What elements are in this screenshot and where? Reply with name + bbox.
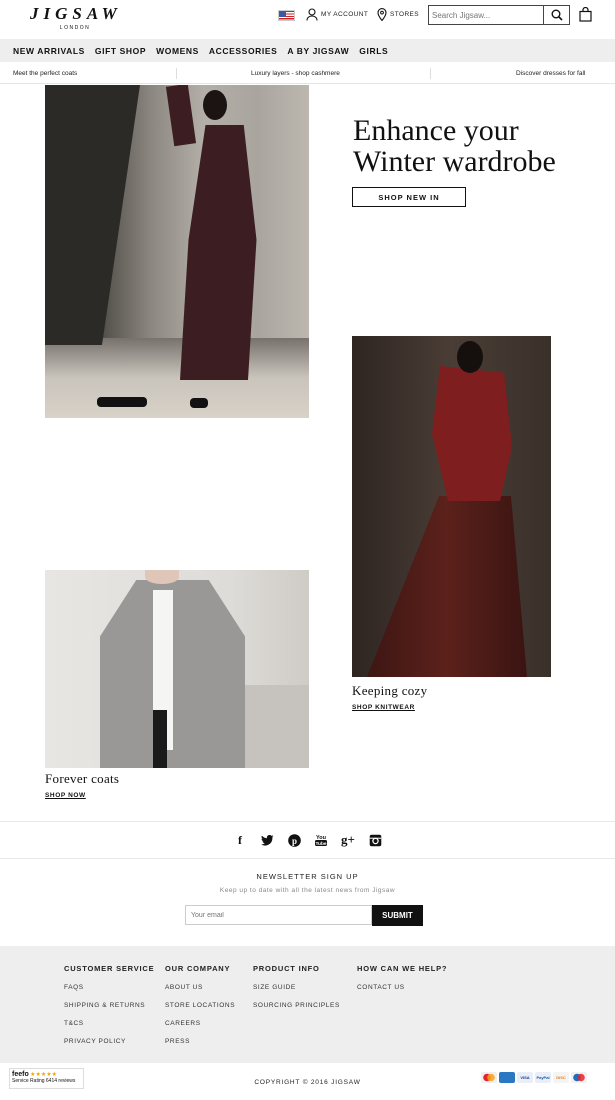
shop-now-link[interactable]: SHOP NOW [45, 792, 86, 799]
stores-link[interactable]: STORES [377, 8, 419, 21]
nav-womens[interactable]: WOMENS [156, 46, 199, 56]
footer-link-sourcing-principles[interactable]: SOURCING PRINCIPLES [253, 1002, 340, 1020]
youtube-icon[interactable]: You Tube [314, 833, 328, 847]
shopping-bag-button[interactable] [579, 6, 592, 27]
coats-image[interactable] [45, 570, 309, 768]
footer-col-customer-service: CUSTOMER SERVICE FAQS SHIPPING & RETURNS… [64, 964, 154, 1056]
social-bar: f p You Tube g+ [0, 821, 615, 859]
image-wall [244, 685, 309, 768]
newsletter-submit-button[interactable]: SUBMIT [372, 905, 423, 926]
image-figure-head [203, 90, 227, 120]
svg-text:Tube: Tube [315, 841, 326, 847]
footer-link-store-locations[interactable]: STORE LOCATIONS [165, 1002, 235, 1020]
location-pin-icon [377, 8, 387, 21]
image-trousers [153, 710, 167, 768]
hero-title: Enhance your Winter wardrobe [353, 115, 603, 177]
promo-link-cashmere[interactable]: Luxury layers - shop cashmere [251, 70, 340, 77]
footer-link-privacy-policy[interactable]: PRIVACY POLICY [64, 1038, 154, 1056]
payment-icons: VISA PayPal DISC [481, 1072, 587, 1083]
image-floor [45, 338, 309, 418]
site-footer: CUSTOMER SERVICE FAQS SHIPPING & RETURNS… [0, 946, 615, 1063]
hero-image[interactable] [45, 85, 309, 418]
search-button[interactable] [543, 6, 569, 24]
nav-new-arrivals[interactable]: NEW ARRIVALS [13, 46, 85, 56]
promo-link-coats[interactable]: Meet the perfect coats [13, 70, 77, 77]
footer-col-our-company: OUR COMPANY ABOUT US STORE LOCATIONS CAR… [165, 964, 235, 1056]
facebook-icon[interactable]: f [233, 833, 247, 847]
maestro-icon [571, 1072, 587, 1083]
knitwear-caption: Keeping cozy [352, 683, 428, 698]
promo-strip: Meet the perfect coats Luxury layers - s… [0, 63, 615, 84]
footer-link-careers[interactable]: CAREERS [165, 1020, 235, 1038]
paypal-icon: PayPal [535, 1072, 551, 1083]
image-figure-head [457, 341, 483, 373]
google-plus-icon[interactable]: g+ [341, 832, 355, 847]
image-skirt [367, 496, 527, 677]
newsletter-email-input[interactable] [185, 905, 372, 925]
feefo-brand: feefo [12, 1071, 29, 1078]
promo-divider [430, 68, 431, 79]
visa-icon: VISA [517, 1072, 533, 1083]
stores-label: STORES [390, 11, 420, 18]
nav-gift-shop[interactable]: GIFT SHOP [95, 46, 146, 56]
footer-link-about-us[interactable]: ABOUT US [165, 984, 235, 1002]
image-shadow [45, 85, 140, 345]
footer-link-tcs[interactable]: T&CS [64, 1020, 154, 1038]
hero-title-line: Winter wardrobe [353, 145, 556, 178]
pinterest-icon[interactable]: p [287, 833, 301, 847]
search-icon [551, 9, 563, 21]
coats-caption: Forever coats [45, 771, 120, 786]
footer-heading: HOW CAN WE HELP? [357, 964, 448, 973]
footer-col-help: HOW CAN WE HELP? CONTACT US [357, 964, 447, 1002]
main-nav: NEW ARRIVALS GIFT SHOP WOMENS ACCESSORIE… [0, 39, 615, 62]
shop-knitwear-link[interactable]: SHOP KNITWEAR [352, 704, 415, 711]
footer-heading: PRODUCT INFO [253, 964, 320, 973]
promo-divider [176, 68, 177, 79]
twitter-icon[interactable] [260, 833, 274, 847]
logo-text: JIGSAW [30, 4, 122, 23]
my-account-link[interactable]: MY ACCOUNT [306, 8, 368, 21]
footer-link-faqs[interactable]: FAQS [64, 984, 154, 1002]
logo-subtext: LONDON [59, 25, 91, 31]
footer-heading: CUSTOMER SERVICE [64, 964, 155, 973]
nav-accessories[interactable]: ACCESSORIES [209, 46, 277, 56]
newsletter-subtitle: Keep up to date with all the latest news… [219, 887, 396, 894]
newsletter-title: NEWSLETTER SIGN UP [256, 872, 359, 881]
us-flag-icon[interactable] [278, 10, 295, 21]
footer-link-press[interactable]: PRESS [165, 1038, 235, 1056]
site-header: JIGSAW LONDON MY ACCOUNT STORES [0, 0, 615, 38]
user-icon [306, 8, 318, 21]
image-figure-arm [165, 85, 197, 147]
jigsaw-logo[interactable]: JIGSAW LONDON [30, 4, 120, 31]
search-box [428, 5, 570, 25]
nav-girls[interactable]: GIRLS [359, 46, 388, 56]
bottom-bar: feefo ★★★★★ Service Rating 6414 reviews … [0, 1063, 615, 1100]
hero-title-line: Enhance your [353, 114, 519, 147]
instagram-icon[interactable] [368, 833, 382, 847]
search-input[interactable] [429, 6, 543, 24]
image-chin [145, 570, 179, 584]
footer-heading: OUR COMPANY [165, 964, 231, 973]
footer-link-contact-us[interactable]: CONTACT US [357, 984, 447, 1002]
footer-col-product-info: PRODUCT INFO SIZE GUIDE SOURCING PRINCIP… [253, 964, 340, 1020]
footer-link-size-guide[interactable]: SIZE GUIDE [253, 984, 340, 1002]
promo-link-dresses[interactable]: Discover dresses for fall [516, 70, 585, 77]
image-shoe [190, 398, 208, 408]
mastercard-icon [481, 1072, 497, 1083]
my-account-label: MY ACCOUNT [321, 11, 369, 18]
knitwear-image[interactable] [352, 336, 551, 677]
footer-link-shipping-returns[interactable]: SHIPPING & RETURNS [64, 1002, 154, 1020]
shopping-bag-icon [579, 6, 592, 22]
image-top [432, 366, 512, 501]
image-shoe [97, 397, 147, 407]
amex-icon [499, 1072, 515, 1083]
svg-text:p: p [291, 836, 296, 846]
shop-new-in-button[interactable]: SHOP NEW IN [352, 187, 466, 207]
nav-a-by-jigsaw[interactable]: A BY JIGSAW [287, 46, 349, 56]
discover-icon: DISC [553, 1072, 569, 1083]
